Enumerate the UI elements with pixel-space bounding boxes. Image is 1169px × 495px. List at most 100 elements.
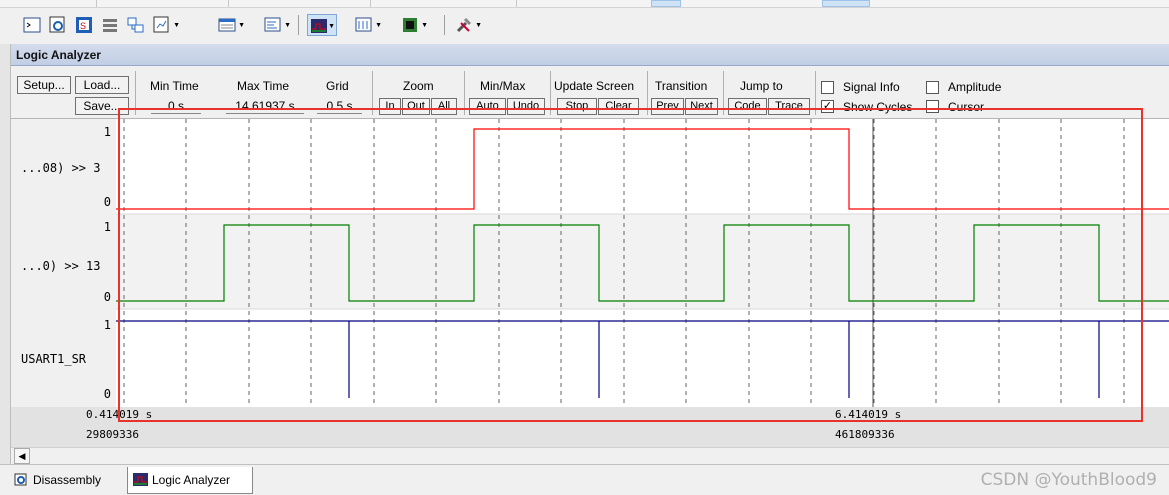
signal-names-column: ...08) >> 3 1 0 ...0) >> 13 1 0 USART1_S… <box>11 119 116 407</box>
trace-window-icon[interactable]: ▼ <box>353 14 383 36</box>
disassembly-window-icon[interactable] <box>47 14 69 36</box>
tab-logic-analyzer[interactable]: Logic Analyzer <box>127 467 253 494</box>
watch-window-icon[interactable]: ▼ <box>151 14 181 36</box>
tab-disassembly-label: Disassembly <box>33 473 102 487</box>
signal-high-label: 1 <box>103 318 111 332</box>
serial-window-icon[interactable]: ▼ <box>262 14 292 36</box>
grid-label: Grid <box>326 79 349 93</box>
jump-code-button[interactable]: Code <box>728 98 767 115</box>
signal-name[interactable]: ...08) >> 3 <box>21 161 100 175</box>
signal-0-waveform <box>116 128 1169 210</box>
strip-divider <box>228 0 229 7</box>
signal-low-label: 0 <box>103 290 111 304</box>
zoom-label: Zoom <box>403 79 434 93</box>
show-cycles-checkbox[interactable]: ✓ <box>821 100 834 113</box>
left-time-label: 0.414019 s <box>86 408 153 421</box>
window-titlebar: Logic Analyzer <box>11 44 1169 66</box>
toolbox-icon[interactable]: ▼ <box>453 14 483 36</box>
signal-name[interactable]: USART1_SR <box>21 352 86 366</box>
min-time-value: 0 s <box>151 99 201 114</box>
watermark: CSDN @YouthBlood9 <box>980 470 1157 490</box>
left-cycles-label: 29809336 <box>86 428 139 441</box>
signal-low-label: 0 <box>103 387 111 401</box>
system-viewer-icon[interactable]: ▼ <box>399 14 429 36</box>
zoom-in-button[interactable]: In <box>379 98 401 115</box>
chevron-down-icon: ▼ <box>284 22 291 29</box>
scroll-left-icon[interactable]: ◀ <box>14 448 30 464</box>
horizontal-scrollbar[interactable]: ◀ <box>11 447 1169 464</box>
svg-text:S: S <box>80 21 86 31</box>
group-separator <box>723 71 724 115</box>
signal-info-label: Signal Info <box>843 80 900 94</box>
signal-high-label: 1 <box>103 125 111 139</box>
registers-window-icon[interactable] <box>99 14 121 36</box>
chevron-down-icon: ▼ <box>421 22 428 29</box>
toolbar-separator <box>298 15 299 35</box>
group-separator <box>372 71 373 115</box>
debug-toolbar: S ▼ ▼ ▼ ▼ ▼ ▼ ▼ <box>0 9 1169 42</box>
signal-info-checkbox[interactable] <box>821 81 834 94</box>
transition-label: Transition <box>655 79 708 93</box>
grid-value: 0.5 s <box>317 99 362 114</box>
waveform-area[interactable]: ...08) >> 3 1 0 ...0) >> 13 1 0 USART1_S… <box>11 119 1169 425</box>
group-separator <box>135 71 136 115</box>
save-button[interactable]: Save... <box>75 97 129 115</box>
signal-2-waveform <box>116 320 1169 398</box>
prev-transition-button[interactable]: Prev <box>651 98 684 115</box>
group-separator <box>464 71 465 115</box>
signal-name[interactable]: ...0) >> 13 <box>21 259 100 273</box>
group-separator <box>815 71 816 115</box>
group-separator <box>550 71 551 115</box>
setup-button[interactable]: Setup... <box>17 76 71 94</box>
auto-button[interactable]: Auto <box>469 98 506 115</box>
tab-logic-analyzer-label: Logic Analyzer <box>152 473 231 487</box>
right-cycles-label: 461809336 <box>835 428 895 441</box>
signal-high-label: 1 <box>103 220 111 234</box>
toolbar-separator <box>444 15 445 35</box>
chevron-down-icon: ▼ <box>173 22 180 29</box>
call-stack-icon[interactable] <box>125 14 147 36</box>
show-cycles-label: Show Cycles <box>843 100 913 114</box>
command-window-icon[interactable] <box>21 14 43 36</box>
cursor-label: Cursor <box>948 100 985 114</box>
waveform-canvas[interactable] <box>116 119 1169 407</box>
strip-divider <box>370 0 371 7</box>
logic-analyzer-controls: Setup... Load... Save... Min Time 0 s Ma… <box>11 66 1169 119</box>
next-transition-button[interactable]: Next <box>685 98 718 115</box>
top-strip <box>0 0 1169 8</box>
analysis-window-icon[interactable]: ▼ <box>307 14 337 36</box>
update-screen-label: Update Screen <box>554 79 635 93</box>
tab-disassembly[interactable]: Disassembly <box>14 467 124 494</box>
jump-to-label: Jump to <box>740 79 783 93</box>
left-dock-edge <box>0 44 11 464</box>
amplitude-checkbox[interactable] <box>926 81 939 94</box>
max-time-label: Max Time <box>237 79 290 93</box>
jump-trace-button[interactable]: Trace <box>768 98 810 115</box>
chevron-down-icon: ▼ <box>375 22 382 29</box>
logic-analyzer-tab-icon <box>133 473 148 486</box>
group-separator <box>647 71 648 115</box>
strip-divider <box>516 0 517 7</box>
clear-button[interactable]: Clear <box>598 98 639 115</box>
min-time-label: Min Time <box>150 79 199 93</box>
strip-highlight <box>651 0 681 7</box>
memory-window-icon[interactable]: ▼ <box>216 14 246 36</box>
time-axis-bar: 0.414019 s 29809336 6.414019 s 461809336 <box>11 407 1169 447</box>
chevron-down-icon: ▼ <box>238 22 245 29</box>
symbols-window-icon[interactable]: S <box>73 14 95 36</box>
disassembly-tab-icon <box>14 473 27 486</box>
strip-highlight <box>822 0 870 7</box>
undo-button[interactable]: Undo <box>507 98 545 115</box>
amplitude-label: Amplitude <box>948 80 1002 94</box>
right-time-label: 6.414019 s <box>835 408 902 421</box>
zoom-out-button[interactable]: Out <box>402 98 430 115</box>
chevron-down-icon: ▼ <box>475 22 482 29</box>
load-button[interactable]: Load... <box>75 76 129 94</box>
zoom-all-button[interactable]: All <box>431 98 457 115</box>
strip-divider <box>96 0 97 7</box>
cursor-checkbox[interactable] <box>926 100 939 113</box>
minmax-label: Min/Max <box>480 79 526 93</box>
signal-low-label: 0 <box>103 195 111 209</box>
stop-button[interactable]: Stop <box>557 98 597 115</box>
signal-row-bg <box>116 214 1169 309</box>
